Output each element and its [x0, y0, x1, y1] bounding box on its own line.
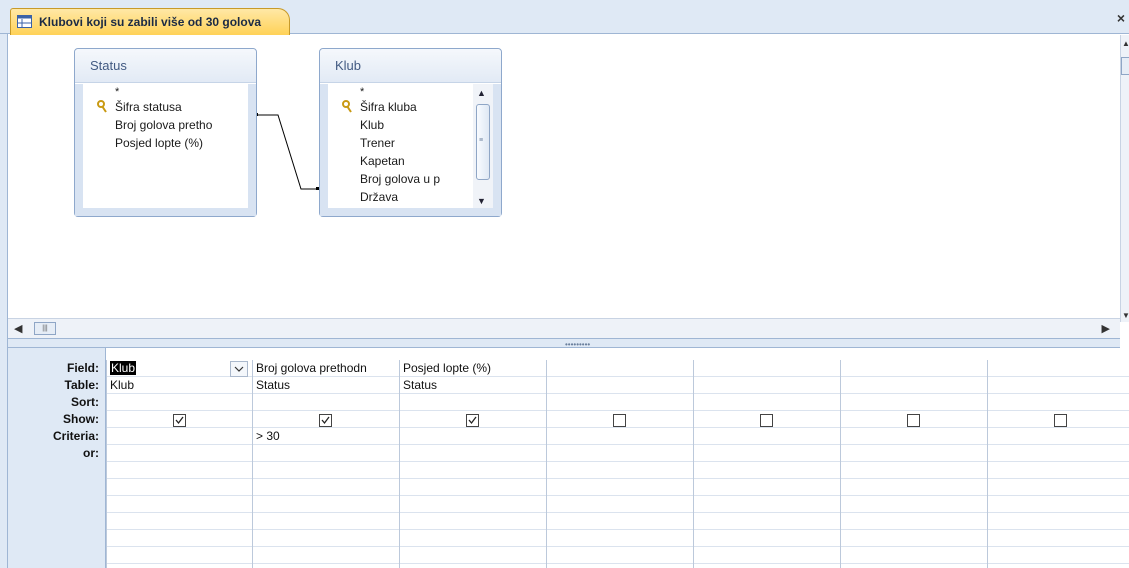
- query-design-window: Klubovi koji su zabili više od 30 golova…: [0, 0, 1129, 568]
- row-label-table: Table:: [64, 378, 99, 392]
- query-design-grid[interactable]: Field: Table: Sort: Show: Criteria: or: …: [8, 348, 1129, 568]
- close-icon[interactable]: ×: [1117, 10, 1125, 26]
- table-design-area[interactable]: Status * Šifra statusa Broj golova preth…: [8, 35, 1120, 338]
- scroll-down-icon[interactable]: ▼: [1122, 311, 1129, 320]
- field-cell[interactable]: Klub: [110, 361, 137, 375]
- scroll-up-icon[interactable]: ▲: [1122, 39, 1129, 48]
- field-list-item[interactable]: Klub: [328, 116, 493, 134]
- klub-table-title: Klub: [320, 49, 501, 83]
- grid-column[interactable]: [840, 360, 987, 568]
- table-cell[interactable]: Status: [403, 378, 437, 392]
- show-checkbox[interactable]: [907, 414, 920, 427]
- show-checkbox[interactable]: [613, 414, 626, 427]
- field-list-item[interactable]: *: [328, 84, 493, 98]
- show-checkbox[interactable]: [466, 414, 479, 427]
- primary-key-icon: [342, 100, 352, 113]
- field-cell[interactable]: Broj golova prethodn: [256, 361, 367, 375]
- field-list-item[interactable]: *: [83, 84, 248, 98]
- scroll-right-icon[interactable]: ▶: [1102, 322, 1110, 335]
- checkbox-icon: [175, 416, 184, 425]
- row-label-field: Field:: [67, 361, 99, 375]
- field-list-item[interactable]: Broj golova u p: [328, 170, 493, 188]
- field-list-item[interactable]: Kapetan: [328, 152, 493, 170]
- row-label-or: or:: [83, 446, 99, 460]
- field-list-item[interactable]: Šifra statusa: [83, 98, 248, 116]
- scroll-up-icon[interactable]: ▲: [477, 88, 486, 98]
- klub-field-list[interactable]: * Šifra kluba Klub Trener Kapetan Broj g…: [328, 84, 493, 208]
- grid-column[interactable]: [987, 360, 1129, 568]
- field-list-item[interactable]: Trener: [328, 134, 493, 152]
- grid-column[interactable]: [693, 360, 840, 568]
- field-list-item[interactable]: Broj golova pretho: [83, 116, 248, 134]
- design-horizontal-scrollbar[interactable]: ◀ ||| ▶: [8, 318, 1120, 338]
- show-checkbox[interactable]: [319, 414, 332, 427]
- design-vertical-scrollbar[interactable]: ▲ ▼: [1120, 35, 1129, 322]
- status-table-title: Status: [75, 49, 256, 83]
- table-cell[interactable]: Status: [256, 378, 290, 392]
- grid-row-labels: Field: Table: Sort: Show: Criteria: or:: [8, 348, 106, 568]
- row-label-criteria: Criteria:: [52, 429, 99, 443]
- query-icon: [17, 15, 32, 28]
- scroll-down-icon[interactable]: ▼: [477, 196, 486, 206]
- show-checkbox[interactable]: [173, 414, 186, 427]
- checkbox-icon: [468, 416, 477, 425]
- left-frame: [0, 34, 8, 568]
- checkbox-icon: [321, 416, 330, 425]
- show-checkbox[interactable]: [1054, 414, 1067, 427]
- table-cell[interactable]: Klub: [110, 378, 134, 392]
- grid-column[interactable]: [546, 360, 693, 568]
- chevron-down-icon[interactable]: [230, 361, 248, 377]
- klub-field-scrollbar[interactable]: ▲ ≡ ▼: [473, 84, 493, 208]
- field-list-item[interactable]: Posjed lopte (%): [83, 134, 248, 152]
- pane-splitter[interactable]: •••••••••: [8, 338, 1120, 349]
- field-list-item[interactable]: Šifra kluba: [328, 98, 493, 116]
- show-checkbox[interactable]: [760, 414, 773, 427]
- scroll-left-icon[interactable]: ◀: [14, 322, 22, 335]
- status-field-list[interactable]: * Šifra statusa Broj golova pretho Posje…: [83, 84, 248, 208]
- field-cell[interactable]: Posjed lopte (%): [403, 361, 491, 375]
- query-tab-title: Klubovi koji su zabili više od 30 golova: [39, 15, 262, 29]
- row-label-show: Show:: [63, 412, 99, 426]
- primary-key-icon: [97, 100, 107, 113]
- klub-table-box[interactable]: Klub * Šifra kluba Klub Trener Kapetan B…: [319, 48, 502, 217]
- status-table-box[interactable]: Status * Šifra statusa Broj golova preth…: [74, 48, 257, 217]
- document-tab-strip: Klubovi koji su zabili više od 30 golova…: [0, 0, 1129, 35]
- criteria-cell[interactable]: > 30: [256, 429, 280, 443]
- field-list-item[interactable]: Država: [328, 188, 493, 206]
- scroll-thumb[interactable]: ≡: [476, 104, 490, 180]
- query-tab[interactable]: Klubovi koji su zabili više od 30 golova: [10, 8, 291, 35]
- scroll-thumb[interactable]: |||: [34, 322, 56, 335]
- row-label-sort: Sort:: [71, 395, 99, 409]
- scroll-thumb[interactable]: [1121, 57, 1129, 75]
